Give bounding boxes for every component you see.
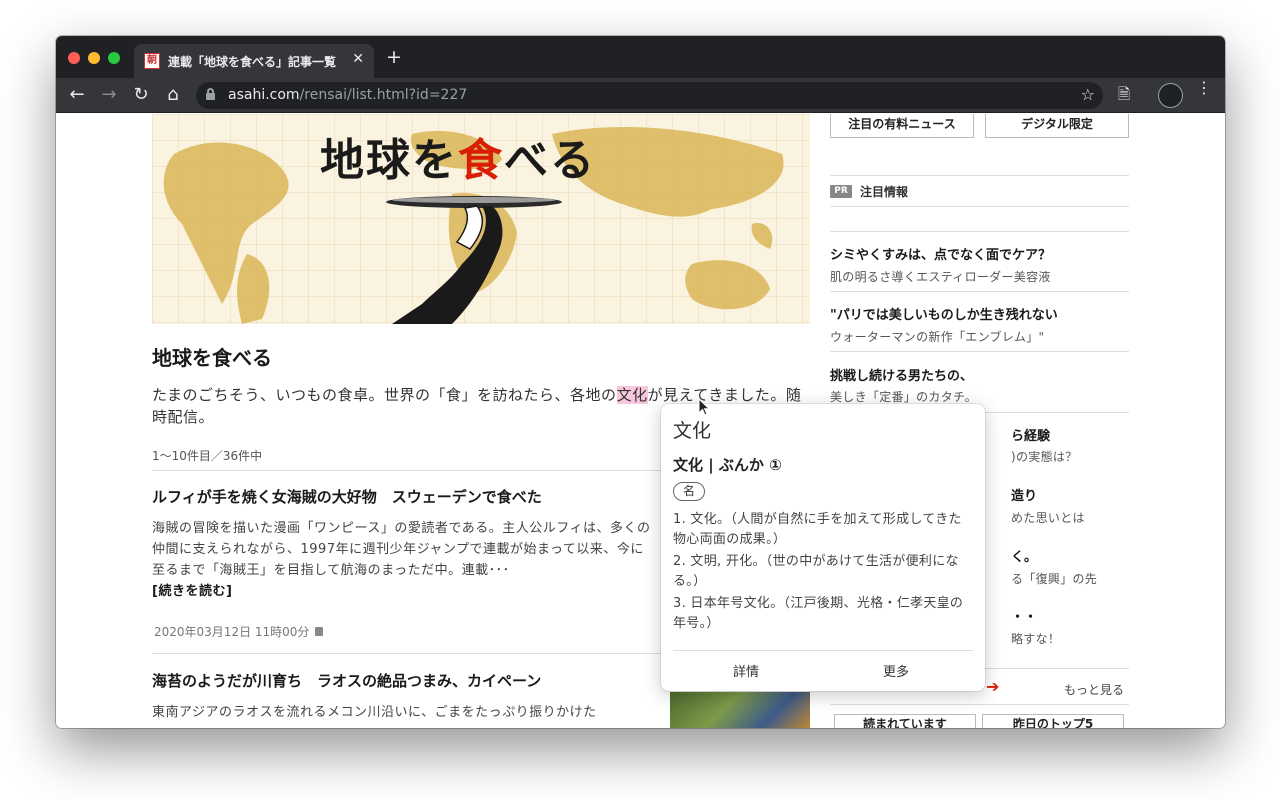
more-button[interactable]: 更多 <box>883 661 909 680</box>
divider <box>830 231 1129 232</box>
pr-item-title[interactable]: "パリでは美しいものしか生き残れない <box>830 304 1058 323</box>
pr-item-title[interactable]: ・・ <box>1011 606 1037 625</box>
divider <box>830 351 1129 352</box>
url-text: asahi.com/rensai/list.html?id=227 <box>228 87 468 103</box>
article-title[interactable]: 海苔のようだが川育ち ラオスの絶品つまみ、カイペーン <box>152 670 541 691</box>
read-more-link[interactable]: [続きを読む] <box>152 584 232 599</box>
more-menu-icon[interactable]: ⋮ <box>1196 80 1212 96</box>
pr-section-label: 注目情報 <box>860 185 909 199</box>
forward-arrow-icon[interactable]: → <box>98 84 120 106</box>
pr-item-subtitle[interactable]: )の実態は？ <box>1011 448 1077 465</box>
popup-word: 文化 <box>673 420 712 442</box>
browser-toolbar: ← → ↻ ⌂ asahi.com/rensai/list.html?id=22… <box>56 78 1225 113</box>
page-viewport: 地球を食べる 地球を食べる たまのごちそう、いつもの食卓。世界の「食」を訪ねたら… <box>56 114 1225 728</box>
series-heading: 地球を食べる <box>152 346 272 370</box>
pr-item-title[interactable]: ら経験 <box>1011 425 1050 444</box>
tab-bar: 朝 連載「地球を食べる」記事一覧 ✕ + <box>56 36 1225 78</box>
tab-most-read[interactable]: 読まれています <box>834 714 976 728</box>
arrow-right-icon: ➔ <box>986 677 1000 696</box>
close-tab-icon[interactable]: ✕ <box>352 51 364 67</box>
close-window-button[interactable] <box>68 52 80 64</box>
pr-item-title[interactable]: く。 <box>1011 546 1037 565</box>
minimize-window-button[interactable] <box>88 52 100 64</box>
pr-badge: PR <box>830 185 852 198</box>
digital-exclusive-button[interactable]: デジタル限定 <box>985 114 1129 138</box>
article-thumbnail[interactable] <box>670 692 810 728</box>
pr-item-subtitle[interactable]: ウォーターマンの新作「エンブレム」" <box>830 328 1044 345</box>
asahi-favicon-icon: 朝 <box>144 53 160 69</box>
definition-item: 2. 文明, 开化。（世の中があけて生活が便利になる。） <box>673 554 959 589</box>
divider <box>830 175 1129 176</box>
pr-item-title[interactable]: 造り <box>1011 485 1037 504</box>
tab-title: 連載「地球を食べる」記事一覧 <box>168 55 337 69</box>
result-count: 1〜10件目／36件中 <box>152 449 263 463</box>
dictionary-popup: 文化 文化 | ぶんか ① 名 1. 文化。（人間が自然に手を加えて形成してきた… <box>661 404 985 691</box>
active-tab[interactable]: 朝 連載「地球を食べる」記事一覧 ✕ <box>134 44 374 78</box>
pr-item-subtitle[interactable]: 略すな！ <box>1011 630 1060 647</box>
pr-item-title[interactable]: 挑戦し続ける男たちの、 <box>830 365 973 384</box>
home-icon[interactable]: ⌂ <box>162 84 184 106</box>
article-title[interactable]: ルフィが手を焼く女海賊の大好物 スウェーデンで食べた <box>152 486 542 507</box>
article-summary: 東南アジアのラオスを流れるメコン川沿いに、ごまをたっぷり振りかけた <box>152 705 597 720</box>
pr-item-subtitle[interactable]: 肌の明るさ導くエスティローダー美容液 <box>830 268 1051 285</box>
new-tab-icon[interactable]: + <box>386 48 402 67</box>
details-button[interactable]: 詳情 <box>733 661 759 680</box>
profile-avatar[interactable] <box>1158 83 1183 108</box>
zoom-window-button[interactable] <box>108 52 120 64</box>
paywall-lock-icon <box>315 627 324 636</box>
featured-paid-news-button[interactable]: 注目の有料ニュース <box>830 114 974 138</box>
article-summary: 海賊の冒険を描いた漫画「ワンピース」の愛読者である。主人公ルフィは、多くの仲間に… <box>152 521 651 599</box>
hero-title: 地球を食べる <box>320 135 596 186</box>
article-date: 2020年03月12日 11時00分 <box>154 623 324 640</box>
pr-item-subtitle[interactable]: めた思いとは <box>1011 509 1085 526</box>
back-arrow-icon[interactable]: ← <box>66 84 88 106</box>
pr-item-subtitle[interactable]: 美しき「定番」のカタチ。 <box>830 388 977 405</box>
browser-window: 朝 連載「地球を食べる」記事一覧 ✕ + ← → ↻ ⌂ asahi.com/r… <box>56 36 1225 728</box>
divider <box>830 206 1129 207</box>
reload-icon[interactable]: ↻ <box>130 84 152 106</box>
bookmark-star-icon[interactable]: ☆ <box>1081 85 1095 104</box>
popup-entry-heading: 文化 | ぶんか ① <box>673 456 782 474</box>
pr-item-subtitle[interactable]: る「復興」の先 <box>1011 570 1097 587</box>
definition-item: 1. 文化。（人間が自然に手を加えて形成してきた物心両面の成果。） <box>673 512 962 547</box>
mouse-cursor-icon <box>698 398 710 416</box>
part-of-speech-badge: 名 <box>673 482 706 501</box>
more-link[interactable]: もっと見る <box>1064 681 1124 698</box>
pr-item-title[interactable]: シミやくすみは、点でなく面でケア？ <box>830 244 1051 263</box>
tab-yesterday-top5[interactable]: 昨日のトップ5 <box>982 714 1124 728</box>
address-bar[interactable]: asahi.com/rensai/list.html?id=227 ☆ <box>196 82 1103 109</box>
divider <box>830 291 1129 292</box>
reader-document-icon[interactable]: 🗎 <box>1118 84 1130 109</box>
definition-item: 3. 日本年号文化。（江戸後期、光格・仁孝天皇の年号。） <box>673 596 964 631</box>
desktop: 朝 連載「地球を食べる」記事一覧 ✕ + ← → ↻ ⌂ asahi.com/r… <box>0 0 1280 800</box>
highlighted-word[interactable]: 文化 <box>616 386 648 404</box>
hero-banner: 地球を食べる <box>152 114 810 324</box>
divider <box>673 650 973 651</box>
lock-icon <box>206 88 215 100</box>
divider <box>830 704 1129 705</box>
